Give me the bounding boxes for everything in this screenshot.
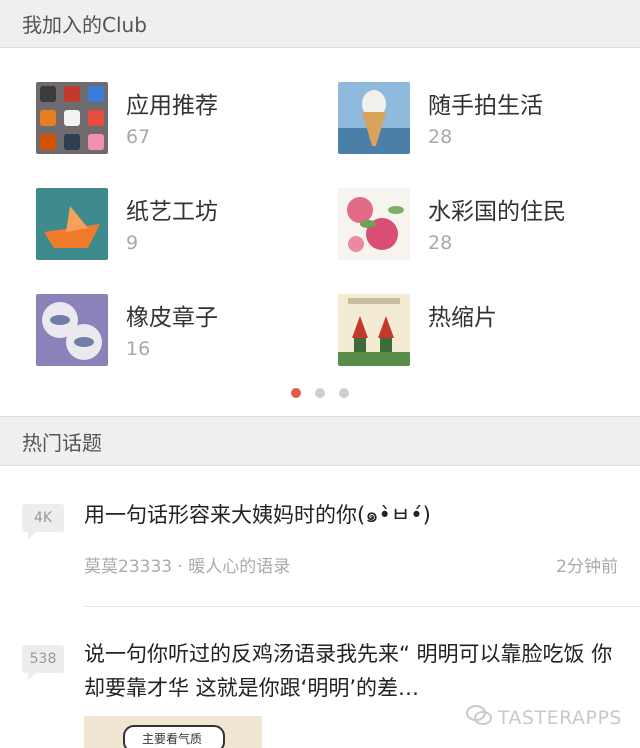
app-icons-thumbnail [36, 82, 108, 154]
topic-item[interactable]: 4K 用一句话形容来大姨妈时的你(๑•̀ㅂ•́) 莫莫23333 · 暖人心的语… [0, 466, 640, 606]
reply-count-badge: 538 [22, 645, 64, 680]
club-item-life-snapshots[interactable]: 随手拍生活 28 [338, 82, 628, 154]
watermark-text: TASTERAPPS [497, 706, 622, 729]
topic-title: 说一句你听过的反鸡汤语录我先来“ 明明可以靠脸吃饭 你却要靠才华 这就是你跟‘明… [84, 642, 613, 700]
rubber-stamp-thumbnail [36, 294, 108, 366]
club-item-rubber-stamp[interactable]: 橡皮章子 16 [36, 294, 326, 366]
watermark: TASTERAPPS [465, 704, 622, 731]
club-member-count: 28 [428, 232, 453, 254]
club-grid: 应用推荐 67 随手拍生活 28 纸艺工坊 9 水彩国的住民 28 橡皮章子 1… [0, 48, 640, 416]
topics-section-header: 热门话题 [0, 416, 640, 466]
club-name: 随手拍生活 [428, 93, 543, 119]
club-item-shrink-plastic[interactable]: 热缩片 [338, 294, 628, 366]
club-name: 纸艺工坊 [126, 199, 218, 225]
club-name: 热缩片 [428, 305, 497, 331]
club-item-app-recommend[interactable]: 应用推荐 67 [36, 82, 326, 154]
reply-count-badge: 4K [22, 504, 64, 539]
pager-dot-3[interactable] [339, 388, 349, 398]
pager-dot-2[interactable] [315, 388, 325, 398]
paper-boat-thumbnail [36, 188, 108, 260]
club-member-count: 9 [126, 232, 139, 254]
carousel-pager [0, 388, 640, 400]
wechat-icon [465, 704, 492, 731]
clubs-section-header: 我加入的Club [0, 0, 640, 48]
shrink-plastic-thumbnail [338, 294, 410, 366]
club-name: 水彩国的住民 [428, 199, 566, 225]
club-item-paper-craft[interactable]: 纸艺工坊 9 [36, 188, 326, 260]
club-name: 橡皮章子 [126, 305, 218, 331]
topics-section-title: 热门话题 [22, 430, 102, 455]
club-member-count: 28 [428, 126, 453, 148]
ice-cream-thumbnail [338, 82, 410, 154]
club-item-watercolor[interactable]: 水彩国的住民 28 [338, 188, 628, 260]
pager-dot-1[interactable] [291, 388, 301, 398]
watercolor-flowers-thumbnail [338, 188, 410, 260]
club-name: 应用推荐 [126, 93, 218, 119]
clubs-section-title: 我加入的Club [22, 13, 147, 37]
preview-caption: 主要看气质 [142, 732, 203, 746]
topic-title: 用一句话形容来大姨妈时的你(๑•̀ㅂ•́) [84, 503, 431, 527]
topic-preview-image[interactable]: 主要看气质 [84, 716, 262, 748]
club-member-count: 67 [126, 126, 151, 148]
topic-author[interactable]: 莫莫23333 · 暖人心的语录 [84, 552, 290, 577]
topic-timestamp: 2分钟前 [556, 557, 618, 577]
club-member-count: 16 [126, 338, 151, 360]
